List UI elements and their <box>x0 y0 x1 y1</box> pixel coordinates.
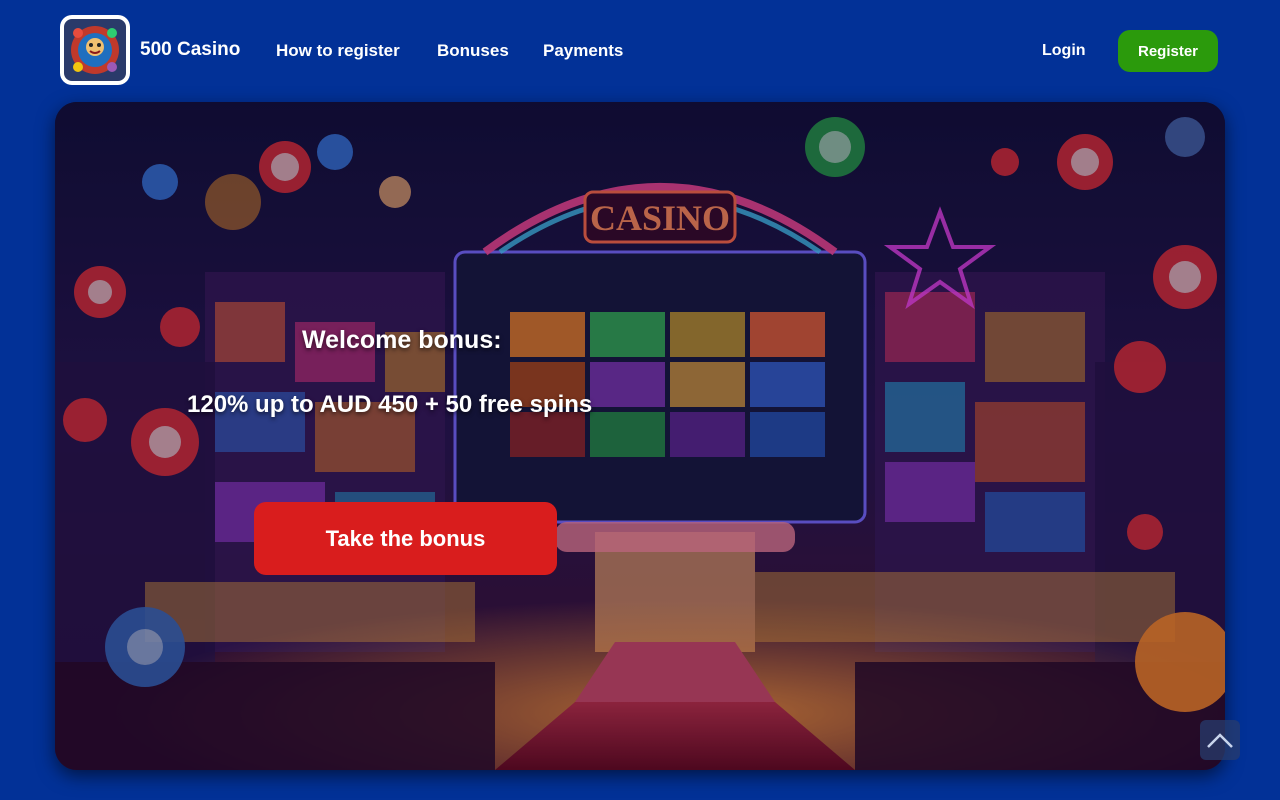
bonus-offer-text: 120% up to AUD 450 + 50 free spins <box>187 391 593 418</box>
logo[interactable] <box>60 15 130 85</box>
register-button[interactable]: Register <box>1118 30 1218 72</box>
hero-banner: CASINO Welcome bonus: 120% up to AUD 450… <box>55 102 1225 770</box>
login-link[interactable]: Login <box>1042 40 1086 62</box>
take-bonus-button[interactable]: Take the bonus <box>254 502 557 575</box>
nav-how-to-register[interactable]: How to register <box>276 40 400 62</box>
casino-logo-icon <box>64 19 126 81</box>
welcome-heading: Welcome bonus: <box>302 326 502 354</box>
site-header: 500 Casino How to register Bonuses Payme… <box>0 0 1280 100</box>
hero-overlay <box>55 102 1225 770</box>
scroll-to-top-button[interactable] <box>1200 720 1240 760</box>
nav-bonuses[interactable]: Bonuses <box>437 40 509 62</box>
brand-name[interactable]: 500 Casino <box>140 38 240 62</box>
chevron-up-icon <box>1207 733 1233 748</box>
nav-payments[interactable]: Payments <box>543 40 623 62</box>
